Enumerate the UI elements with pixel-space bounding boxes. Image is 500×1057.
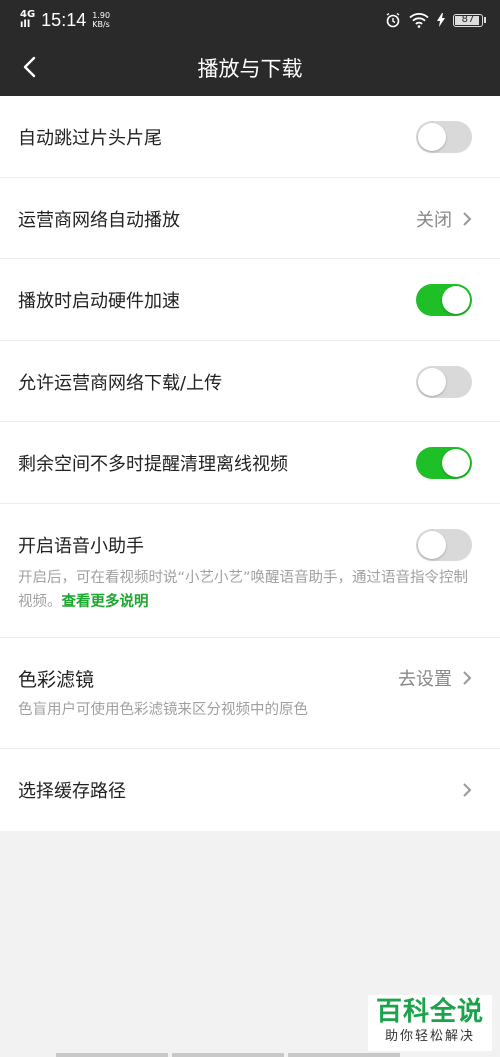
- page-title: 播放与下载: [197, 58, 303, 81]
- setting-carrier-autoplay[interactable]: 运营商网络自动播放 关闭: [0, 178, 500, 259]
- setting-description: 色盲用户可使用色彩滤镜来区分视频中的原色: [18, 702, 308, 718]
- back-button[interactable]: [14, 52, 44, 82]
- setting-label: 开启语音小助手: [18, 536, 144, 557]
- network-speed: 1.90 KB/s: [92, 11, 111, 29]
- setting-value: 关闭: [416, 209, 452, 231]
- setting-cache-path[interactable]: 选择缓存路径: [0, 749, 500, 831]
- settings-list: 自动跳过片头片尾 运营商网络自动播放 关闭 播放时启动硬件加速 允许运营商网络下…: [0, 96, 500, 831]
- chevron-right-icon: [463, 211, 472, 226]
- signal-indicator: 4G ıll: [20, 9, 36, 30]
- more-info-link[interactable]: 查看更多说明: [62, 594, 149, 610]
- setting-label: 运营商网络自动播放: [18, 209, 180, 231]
- skip-intro-toggle[interactable]: [416, 121, 472, 153]
- setting-label: 自动跳过片头片尾: [18, 128, 162, 149]
- setting-label: 色彩滤镜: [18, 668, 95, 691]
- setting-label: 剩余空间不多时提醒清理离线视频: [18, 454, 288, 475]
- status-bar: 4G ıll 15:14 1.90 KB/s 87: [0, 0, 500, 40]
- chevron-right-icon: [463, 783, 472, 797]
- setting-description: 开启后，可在看视频时说“小艺小艺”唤醒语音助手，通过语音指令控制视频。查看更多说…: [18, 570, 469, 610]
- chevron-right-icon: [463, 671, 472, 685]
- watermark-logo: 百科全说 助你轻松解决: [368, 995, 492, 1051]
- signal-icon: ıll: [20, 19, 31, 30]
- setting-low-space: 剩余空间不多时提醒清理离线视频: [0, 422, 500, 504]
- setting-label: 允许运营商网络下载/上传: [18, 372, 223, 394]
- gesture-bar: [56, 1053, 400, 1057]
- chevron-left-icon: [23, 56, 36, 78]
- battery-icon: 87: [453, 13, 486, 27]
- setting-skip-intro: 自动跳过片头片尾: [0, 96, 500, 178]
- hw-accel-toggle[interactable]: [416, 284, 472, 316]
- setting-label: 选择缓存路径: [18, 781, 126, 802]
- low-space-toggle[interactable]: [416, 447, 472, 479]
- setting-color-filter[interactable]: 色彩滤镜 去设置 色盲用户可使用色彩滤镜来区分视频中的原色: [0, 638, 500, 749]
- alarm-icon: [386, 12, 400, 28]
- setting-hw-accel: 播放时启动硬件加速: [0, 259, 500, 341]
- wifi-icon: [409, 13, 429, 28]
- setting-voice-assistant: 开启语音小助手 开启后，可在看视频时说“小艺小艺”唤醒语音助手，通过语音指令控制…: [0, 504, 500, 638]
- charging-icon: [437, 13, 445, 27]
- voice-assistant-toggle[interactable]: [416, 529, 472, 561]
- setting-carrier-download: 允许运营商网络下载/上传: [0, 341, 500, 422]
- carrier-download-toggle[interactable]: [416, 365, 472, 398]
- setting-value: 去设置: [398, 669, 452, 690]
- setting-label: 播放时启动硬件加速: [18, 291, 180, 312]
- clock: 15:14: [41, 9, 87, 30]
- nav-header: 播放与下载: [0, 40, 500, 96]
